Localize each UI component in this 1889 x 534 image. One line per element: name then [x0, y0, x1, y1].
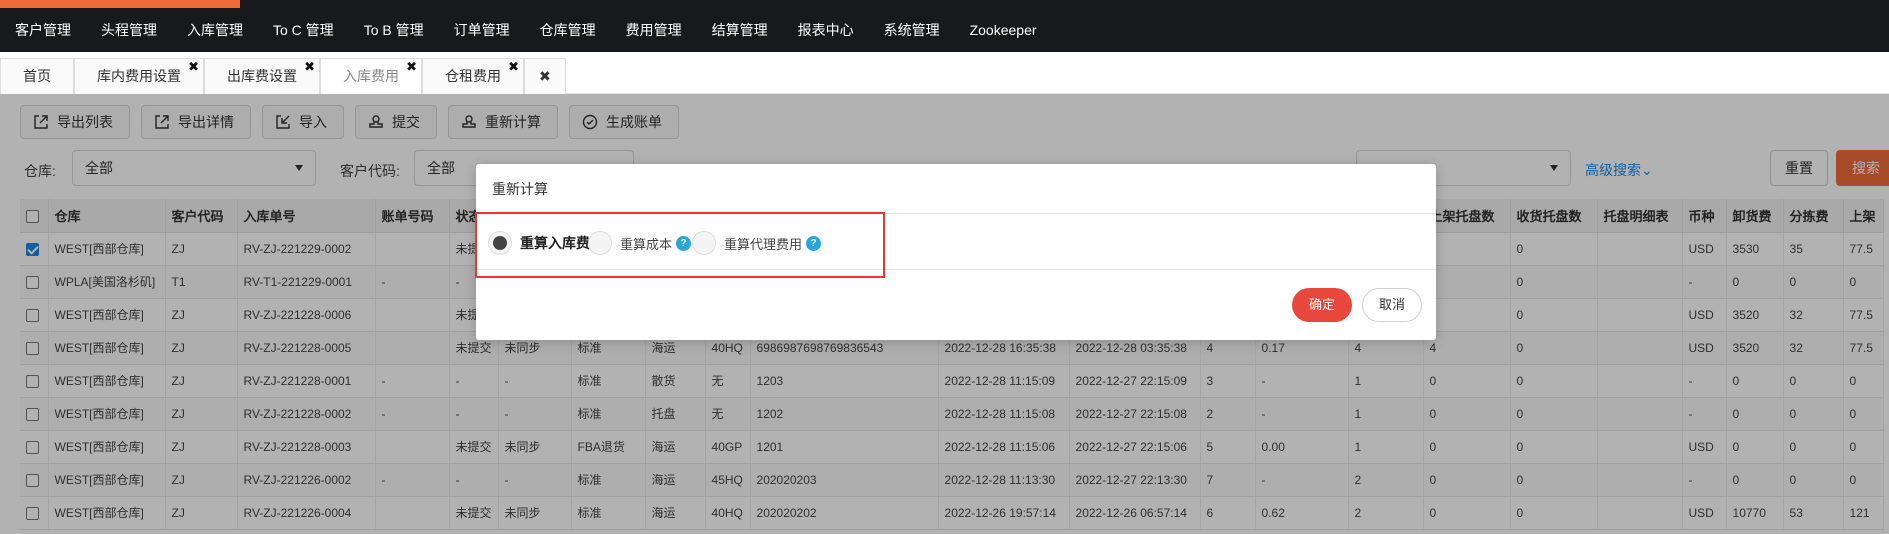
brand-accent-strip: [0, 0, 240, 8]
tab-item[interactable]: 入库费用 ✖: [320, 58, 422, 94]
top-nav-item[interactable]: 报表中心: [783, 8, 869, 52]
radio-label: 重算代理费用: [724, 236, 803, 252]
top-nav-item[interactable]: 客户管理: [0, 8, 86, 52]
tab-item[interactable]: 库内费用设置 ✖: [74, 58, 204, 94]
radio-label: 重算成本: [620, 236, 673, 252]
top-nav-item[interactable]: To B 管理: [349, 8, 439, 52]
top-nav-item[interactable]: 系统管理: [869, 8, 955, 52]
tab-label: 仓租费用: [445, 68, 501, 84]
tab-label: 出库费设置: [227, 68, 297, 84]
close-icon[interactable]: ✖: [188, 60, 199, 74]
help-icon[interactable]: ?: [806, 235, 822, 251]
top-nav-menu: 客户管理 头程管理 入库管理 To C 管理 To B 管理 订单管理 仓库管理 费用管理 结算…: [0, 8, 1052, 52]
tab-bar: 首页 库内费用设置 ✖ 出库费设置 ✖ 入库费用 ✖ 仓租费用 ✖ ✖: [0, 56, 1889, 94]
top-nav-item[interactable]: 费用管理: [611, 8, 697, 52]
tab-label: 入库费用: [343, 68, 399, 84]
tab-item[interactable]: 出库费设置 ✖: [204, 58, 320, 94]
top-nav-item[interactable]: 结算管理: [697, 8, 783, 52]
close-icon[interactable]: ✖: [304, 60, 315, 74]
radio-dot[interactable]: [588, 231, 612, 255]
top-nav-item[interactable]: 仓库管理: [525, 8, 611, 52]
help-icon[interactable]: ?: [676, 235, 692, 251]
tab-label: 库内费用设置: [97, 68, 181, 84]
top-navigation-bar: 客户管理 头程管理 入库管理 To C 管理 To B 管理 订单管理 仓库管理 费用管理 结算…: [0, 0, 1889, 52]
close-all-tabs-button[interactable]: ✖: [524, 58, 566, 94]
tab-list: 首页 库内费用设置 ✖ 出库费设置 ✖ 入库费用 ✖ 仓租费用 ✖ ✖: [0, 56, 1889, 94]
cancel-button[interactable]: 取消: [1362, 288, 1422, 322]
tab-item[interactable]: 首页: [0, 58, 74, 94]
close-icon[interactable]: ✖: [508, 60, 519, 74]
top-nav-item[interactable]: To C 管理: [258, 8, 349, 52]
dialog-footer: 确定 取消: [1292, 288, 1422, 322]
dialog-body: 重算入库费 重算成本? 重算代理费用?: [475, 212, 1436, 278]
dialog-title: 重新计算: [476, 164, 1436, 214]
close-icon[interactable]: ✖: [406, 60, 417, 74]
top-nav-item[interactable]: 入库管理: [172, 8, 258, 52]
radio-dot[interactable]: [692, 231, 716, 255]
tab-label: 首页: [23, 68, 51, 84]
tab-item[interactable]: 仓租费用 ✖: [422, 58, 524, 94]
recalculate-dialog: 重新计算 重算入库费 重算成本? 重算代理费用? 确定 取消: [475, 164, 1436, 340]
confirm-button[interactable]: 确定: [1292, 288, 1352, 322]
radio-dot[interactable]: [488, 231, 512, 255]
recalc-option-radio[interactable]: 重算入库费: [488, 231, 590, 255]
recalc-option-radio[interactable]: 重算代理费用?: [692, 231, 822, 255]
top-nav-item[interactable]: 头程管理: [86, 8, 172, 52]
top-nav-item[interactable]: Zookeeper: [955, 8, 1052, 52]
radio-label: 重算入库费: [520, 235, 590, 251]
top-nav-item[interactable]: 订单管理: [439, 8, 525, 52]
recalc-option-radio[interactable]: 重算成本?: [588, 231, 692, 255]
